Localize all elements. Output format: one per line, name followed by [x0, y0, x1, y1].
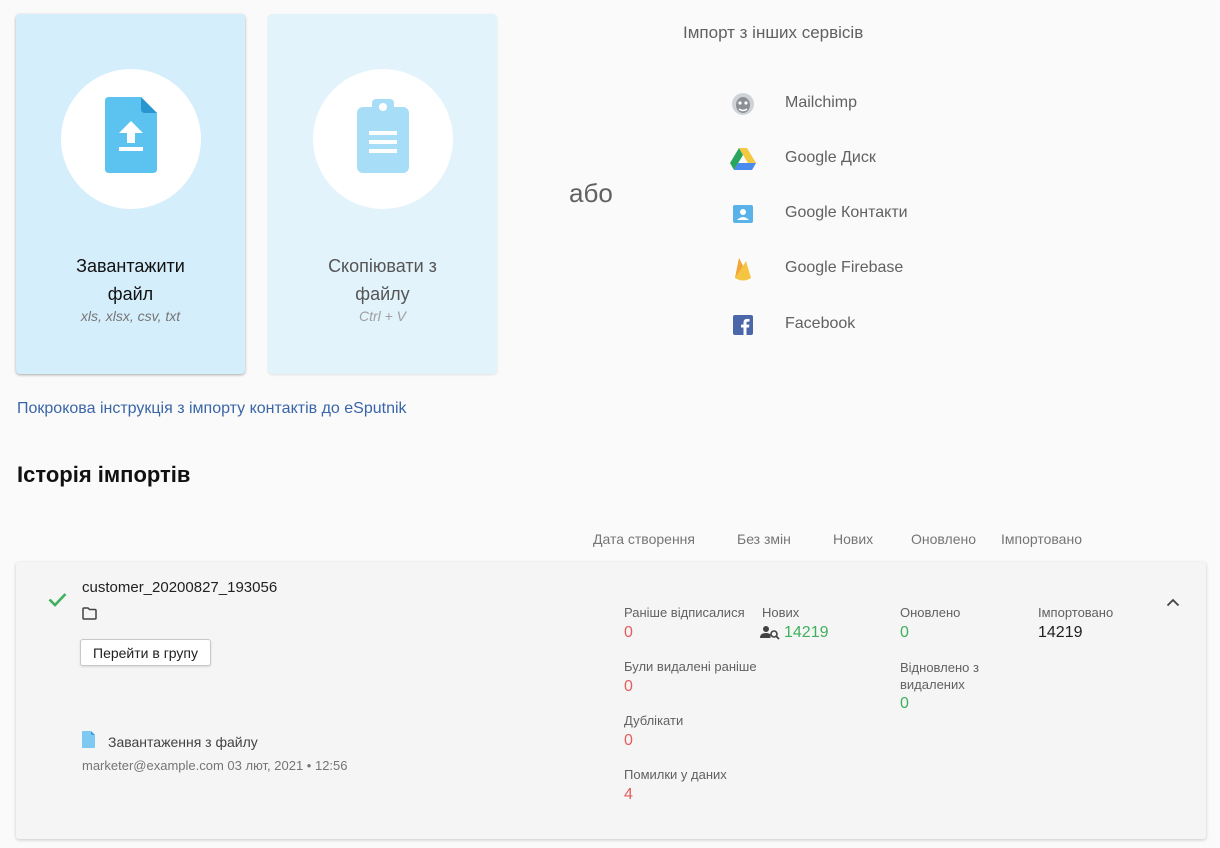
- column-header-new[interactable]: Нових: [833, 531, 873, 547]
- paste-card-title: Скопіювати з файлу: [328, 256, 437, 304]
- success-check-icon: [48, 592, 67, 612]
- service-label: Google Firebase: [785, 259, 904, 276]
- import-guide-link[interactable]: Покрокова інструкція з імпорту контактів…: [17, 400, 407, 418]
- stat-unsubscribed-label: Раніше відписалися: [624, 605, 745, 620]
- stat-unsubscribed-value: 0: [624, 624, 633, 641]
- upload-card-formats: xls, xlsx, csv, txt: [80, 308, 181, 324]
- stat-imported-value: 14219: [1038, 624, 1083, 641]
- stat-errors-label: Помилки у даних: [624, 767, 727, 782]
- stat-errors-value: 4: [624, 786, 633, 803]
- service-google-drive[interactable]: Google Диск: [730, 145, 876, 173]
- stat-restored-label: Відновлено з видалених: [900, 660, 979, 692]
- stat-restored-value: 0: [900, 695, 909, 712]
- stat-updated-value: 0: [900, 624, 909, 641]
- service-label: Google Контакти: [785, 204, 908, 221]
- go-to-group-button[interactable]: Перейти в групу: [80, 639, 212, 666]
- import-author-date: marketer@example.com 03 лют, 2021 • 12:5…: [82, 758, 348, 773]
- paste-icon-circle: [313, 69, 453, 209]
- service-mailchimp[interactable]: Mailchimp: [730, 90, 857, 118]
- import-file-name: customer_20200827_193056: [82, 579, 278, 596]
- file-icon: [82, 731, 95, 753]
- user-search-icon[interactable]: [760, 625, 780, 645]
- upload-card-title: Завантажити файл: [76, 256, 185, 304]
- stat-duplicates-value: 0: [624, 732, 633, 749]
- google-drive-icon: [730, 146, 756, 172]
- collapse-chevron-up-icon[interactable]: [1166, 594, 1180, 612]
- column-header-unchanged[interactable]: Без змін: [737, 531, 791, 547]
- service-label: Google Диск: [785, 149, 876, 166]
- file-upload-icon: [105, 97, 157, 173]
- column-header-imported[interactable]: Імпортовано: [1001, 531, 1082, 547]
- service-label: Mailchimp: [785, 94, 858, 111]
- stat-duplicates-label: Дублікати: [624, 713, 684, 728]
- or-separator: або: [569, 178, 613, 208]
- stat-new-label: Нових: [762, 605, 800, 620]
- history-title: Історія імпортів: [17, 462, 191, 487]
- column-header-updated[interactable]: Оновлено: [911, 531, 976, 547]
- stat-updated-label: Оновлено: [900, 605, 961, 620]
- folder-icon[interactable]: [82, 607, 97, 625]
- upload-icon-circle: [61, 69, 201, 209]
- paste-card-shortcut: Ctrl + V: [358, 308, 407, 324]
- stat-new-value: 14219: [784, 624, 829, 641]
- paste-from-file-card[interactable]: Скопіювати з файлу Ctrl + V: [268, 14, 497, 374]
- clipboard-icon: [357, 99, 409, 173]
- import-history-row: customer_20200827_193056 Перейти в групу…: [16, 562, 1206, 839]
- google-contacts-icon: [730, 201, 756, 227]
- stat-deleted-value: 0: [624, 678, 633, 695]
- upload-file-card[interactable]: Завантажити файл xls, xlsx, csv, txt: [16, 14, 245, 374]
- facebook-icon: [730, 312, 756, 338]
- service-google-firebase[interactable]: Google Firebase: [730, 255, 903, 283]
- mailchimp-icon: [730, 91, 756, 117]
- import-source-label: Завантаження з файлу: [108, 734, 258, 750]
- service-google-contacts[interactable]: Google Контакти: [730, 200, 908, 228]
- service-facebook[interactable]: Facebook: [730, 311, 855, 339]
- firebase-icon: [730, 256, 756, 282]
- stat-deleted-label: Були видалені раніше: [624, 659, 757, 674]
- service-label: Facebook: [785, 315, 856, 332]
- stat-imported-label: Імпортовано: [1038, 605, 1114, 620]
- column-header-created-date[interactable]: Дата створення: [593, 531, 695, 547]
- services-title: Імпорт з інших сервісів: [683, 23, 864, 42]
